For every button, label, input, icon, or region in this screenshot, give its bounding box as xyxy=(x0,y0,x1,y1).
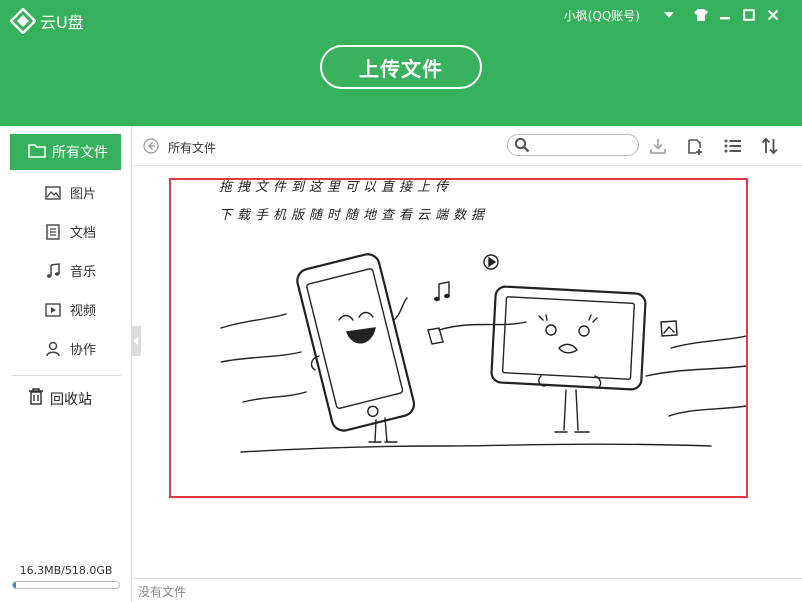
sidebar-item-all-files[interactable]: 所有文件 xyxy=(10,134,121,170)
document-icon xyxy=(44,223,62,241)
sidebar-item-video[interactable]: 视频 xyxy=(44,300,96,319)
image-icon xyxy=(44,184,62,202)
sidebar-item-recycle-bin[interactable]: 回收站 xyxy=(28,388,92,409)
status-text: 没有文件 xyxy=(138,585,187,599)
search-input[interactable] xyxy=(534,137,634,153)
video-icon xyxy=(44,301,62,319)
folder-icon xyxy=(28,143,46,162)
search-box[interactable] xyxy=(507,134,639,156)
download-icon[interactable] xyxy=(648,136,668,156)
sidebar-item-label: 图片 xyxy=(70,187,97,202)
sidebar-item-collaboration[interactable]: 协作 xyxy=(44,339,96,358)
search-icon[interactable] xyxy=(514,137,530,157)
storage-progress-bar xyxy=(12,581,120,589)
music-icon xyxy=(44,262,62,280)
file-toolbar: 所有文件 xyxy=(133,126,802,166)
devices-illustration xyxy=(220,253,746,453)
close-icon[interactable] xyxy=(762,6,784,24)
list-view-icon[interactable] xyxy=(723,136,743,156)
sidebar-item-music[interactable]: 音乐 xyxy=(44,261,96,280)
sidebar-item-documents[interactable]: 文档 xyxy=(44,222,96,241)
header-bar: 云U盘 小枫(QQ账号) 上传文件 xyxy=(0,0,802,126)
storage-usage-text: 16.3MB/518.0GB xyxy=(19,564,113,577)
recycle-bin-label: 回收站 xyxy=(50,391,92,408)
sidebar-item-label: 协作 xyxy=(70,343,97,358)
status-bar: 没有文件 xyxy=(133,578,802,602)
sidebar-item-label: 音乐 xyxy=(70,265,97,280)
person-icon xyxy=(44,340,62,358)
trash-icon xyxy=(28,388,44,409)
sort-icon[interactable] xyxy=(760,136,780,156)
sidebar: 所有文件 图片 文档 音乐 视频 协作 回收站 xyxy=(0,126,132,602)
back-arrow-icon[interactable] xyxy=(143,138,159,154)
sidebar-collapse-handle[interactable] xyxy=(131,326,141,356)
user-area: 小枫(QQ账号) xyxy=(564,6,784,24)
sidebar-item-label: 所有文件 xyxy=(52,145,108,161)
upload-file-button[interactable]: 上传文件 xyxy=(320,45,482,89)
dropdown-arrow-icon[interactable] xyxy=(658,6,680,24)
minimize-icon[interactable] xyxy=(714,6,736,24)
app-logo: 云U盘 xyxy=(9,7,84,35)
sidebar-item-images[interactable]: 图片 xyxy=(44,183,96,202)
maximize-icon[interactable] xyxy=(738,6,760,24)
cloud-disk-logo-icon xyxy=(9,7,37,35)
sidebar-item-label: 文档 xyxy=(70,226,97,241)
app-name: 云U盘 xyxy=(40,13,84,32)
sidebar-item-label: 视频 xyxy=(70,304,97,319)
tshirt-skin-icon[interactable] xyxy=(690,6,712,24)
breadcrumb[interactable]: 所有文件 xyxy=(168,139,216,156)
new-file-icon[interactable] xyxy=(685,136,705,156)
user-name[interactable]: 小枫(QQ账号) xyxy=(564,7,640,24)
drag-drop-upload-area[interactable]: 拖拽文件到这里可以直接上传 下载手机版随时随地查看云端数据 xyxy=(169,178,748,498)
storage-progress-fill xyxy=(13,582,17,588)
sidebar-divider xyxy=(12,375,121,376)
